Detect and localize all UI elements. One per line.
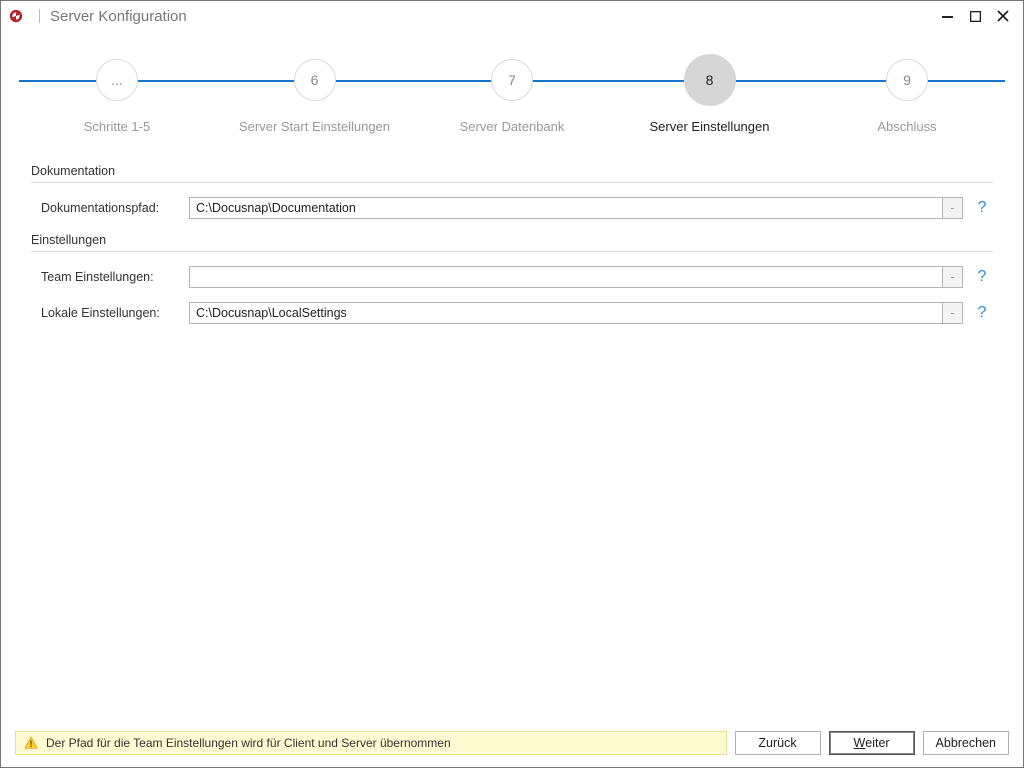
help-icon[interactable]: ? <box>971 304 993 322</box>
next-button-accel: W <box>853 736 865 750</box>
warning-text: Der Pfad für die Team Einstellungen wird… <box>46 736 451 750</box>
input-group-local-settings: ... <box>189 302 963 324</box>
team-settings-input[interactable] <box>190 267 942 287</box>
label-documentation-path: Dokumentationspfad: <box>31 201 189 215</box>
titlebar: Server Konfiguration <box>1 1 1023 31</box>
close-button[interactable] <box>989 5 1017 27</box>
window: Server Konfiguration ... 6 7 <box>0 0 1024 768</box>
step-label: Schritte 1-5 <box>19 119 215 134</box>
app-icon <box>9 9 23 23</box>
step-circle-active: 8 <box>684 54 736 106</box>
row-local-settings: Lokale Einstellungen: ... ? <box>31 302 993 324</box>
step-6[interactable]: 6 <box>217 59 413 101</box>
warning-icon <box>24 736 38 750</box>
input-group-team-settings: ... <box>189 266 963 288</box>
step-8[interactable]: 8 <box>612 59 808 106</box>
label-local-settings: Lokale Einstellungen: <box>31 306 189 320</box>
step-circle: 6 <box>294 59 336 101</box>
step-circle: 7 <box>491 59 533 101</box>
input-group-documentation-path: ... <box>189 197 963 219</box>
step-label: Server Datenbank <box>414 119 610 134</box>
wizard-stepper: ... 6 7 8 9 Schritte 1-5 Server Start Ei… <box>1 31 1023 150</box>
label-team-settings: Team Einstellungen: <box>31 270 189 284</box>
next-button[interactable]: Weiter <box>829 731 915 755</box>
browse-button[interactable]: ... <box>942 267 962 287</box>
step-7[interactable]: 7 <box>414 59 610 101</box>
section-divider <box>31 251 993 252</box>
documentation-path-input[interactable] <box>190 198 942 218</box>
step-label: Abschluss <box>809 119 1005 134</box>
section-title-settings: Einstellungen <box>31 233 993 247</box>
browse-button[interactable]: ... <box>942 198 962 218</box>
step-label-active: Server Einstellungen <box>612 119 808 134</box>
next-button-rest: eiter <box>865 736 889 750</box>
local-settings-input[interactable] <box>190 303 942 323</box>
row-team-settings: Team Einstellungen: ... ? <box>31 266 993 288</box>
content-area: Dokumentation Dokumentationspfad: ... ? … <box>1 150 1023 721</box>
section-divider <box>31 182 993 183</box>
section-title-documentation: Dokumentation <box>31 164 993 178</box>
minimize-button[interactable] <box>933 5 961 27</box>
browse-button[interactable]: ... <box>942 303 962 323</box>
footer: Der Pfad für die Team Einstellungen wird… <box>1 721 1023 767</box>
window-title: Server Konfiguration <box>50 8 187 25</box>
step-circle: 9 <box>886 59 928 101</box>
title-divider <box>39 9 40 23</box>
row-documentation-path: Dokumentationspfad: ... ? <box>31 197 993 219</box>
help-icon[interactable]: ? <box>971 199 993 217</box>
help-icon[interactable]: ? <box>971 268 993 286</box>
maximize-button[interactable] <box>961 5 989 27</box>
cancel-button[interactable]: Abbrechen <box>923 731 1009 755</box>
step-circle: ... <box>96 59 138 101</box>
warning-bar: Der Pfad für die Team Einstellungen wird… <box>15 731 727 755</box>
step-9[interactable]: 9 <box>809 59 1005 101</box>
back-button[interactable]: Zurück <box>735 731 821 755</box>
step-1-5[interactable]: ... <box>19 59 215 101</box>
step-label: Server Start Einstellungen <box>217 119 413 134</box>
